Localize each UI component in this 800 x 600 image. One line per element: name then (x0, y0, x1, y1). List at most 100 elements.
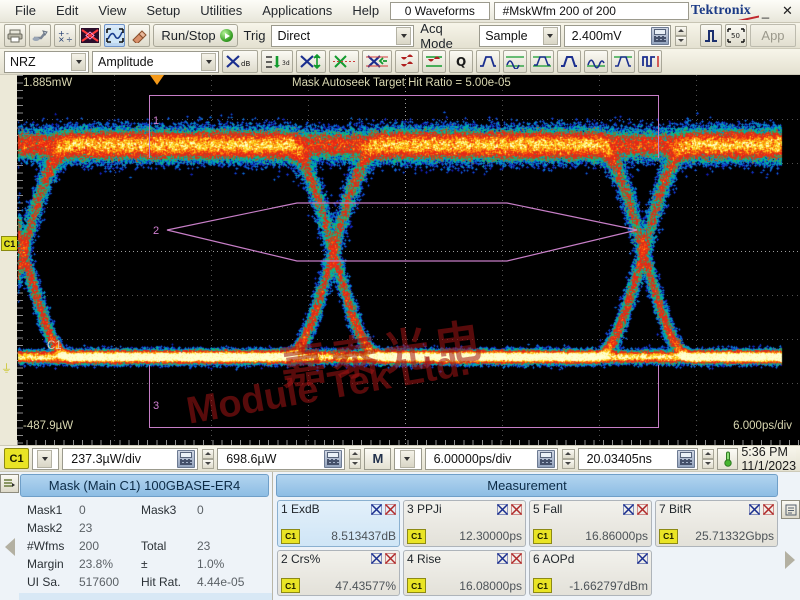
measurement-panel-title[interactable]: Measurement (276, 474, 778, 497)
thermometer-icon[interactable] (717, 448, 738, 470)
channel-position-marker[interactable]: C1 (1, 236, 18, 251)
measurement-settings-icon[interactable] (781, 500, 800, 519)
measurement-item[interactable]: 2 Crs% C1 47.43577% (277, 550, 400, 597)
bottom-panels: Mask (Main C1) 100GBASE-ER4 Mask1 0 Mask… (0, 472, 800, 600)
measurement-item[interactable]: 6 AOPd C1 -1.662797dBm (529, 550, 652, 597)
horizontal-scale-input[interactable]: 6.00000ps/div (425, 448, 558, 470)
jitter-icon[interactable] (395, 50, 419, 73)
clear-icon[interactable] (128, 24, 150, 47)
measurement-category-select[interactable]: Amplitude (92, 51, 219, 73)
trigger-source-select[interactable]: Direct (271, 25, 414, 47)
measurement-item[interactable]: 7 BitR C1 25.71332Gbps (655, 500, 778, 547)
stepper-up-icon[interactable] (562, 449, 575, 459)
stepper-up-icon[interactable] (675, 26, 687, 36)
calculator-icon[interactable] (177, 450, 195, 468)
stepper-down-icon[interactable] (702, 459, 715, 469)
svg-text:÷: ÷ (66, 35, 73, 43)
chevron-down-icon[interactable] (37, 450, 52, 468)
signal-type-select[interactable]: NRZ (4, 51, 89, 73)
extinction-ratio-icon[interactable]: dB (222, 50, 258, 73)
mask-icon[interactable] (79, 24, 101, 47)
duty-cycle-icon[interactable] (530, 50, 554, 73)
timebase-mode-select[interactable] (394, 448, 421, 470)
tektronix-swash-icon (725, 12, 759, 20)
chevron-down-icon[interactable] (543, 27, 558, 45)
pulse-width-icon[interactable] (557, 50, 581, 73)
crossing-pct-icon[interactable] (329, 50, 359, 73)
measurement-source: C1 (659, 529, 678, 544)
timebase-mode-badge[interactable]: M (364, 448, 391, 470)
menu-help[interactable]: Help (343, 1, 388, 21)
mask-row-key: Hit Rat. (141, 575, 197, 589)
overshoot-icon[interactable] (584, 50, 608, 73)
trigger-position-marker[interactable] (150, 75, 164, 85)
precision-timebase-icon[interactable]: 50 (725, 24, 747, 47)
stepper-down-icon[interactable] (675, 36, 687, 46)
stepper-down-icon[interactable] (202, 459, 215, 469)
stepper-down-icon[interactable] (562, 459, 575, 469)
app-button[interactable]: App (750, 24, 796, 47)
measurement-item[interactable]: 3 PPJi C1 12.30000ps (403, 500, 526, 547)
chevron-down-icon[interactable] (396, 27, 411, 45)
eye-height-icon[interactable] (296, 50, 326, 73)
fall-time-icon[interactable] (503, 50, 527, 73)
stepper-down-icon[interactable] (349, 459, 362, 469)
stepper-up-icon[interactable] (202, 449, 215, 459)
horizontal-scale-value: 6.00000ps/div (434, 452, 512, 466)
amplitude-input[interactable]: 2.400mV (564, 25, 672, 47)
jitter-rms-icon[interactable] (422, 50, 446, 73)
vertical-scale-input[interactable]: 237.3µW/div (62, 448, 197, 470)
horizontal-position-input[interactable]: 20.03405ns (578, 448, 698, 470)
amplitude-stepper[interactable] (675, 26, 687, 46)
measurement-item[interactable]: 1 ExdB C1 8.513437dB (277, 500, 400, 547)
vertical-offset-stepper[interactable] (349, 449, 362, 469)
eye-width-icon[interactable] (362, 50, 392, 73)
oma-icon[interactable]: 3d (261, 50, 293, 73)
channel-selector-badge[interactable]: C1 (4, 448, 29, 469)
measurement-icons (497, 553, 522, 564)
calculator-icon[interactable] (651, 27, 669, 45)
rise-time-icon[interactable] (476, 50, 500, 73)
measurement-value: 25.71332Gbps (695, 529, 774, 543)
close-button[interactable]: ✕ (777, 1, 798, 21)
measurement-item[interactable]: 5 Fall C1 16.86000ps (529, 500, 652, 547)
menu-edit[interactable]: Edit (47, 1, 87, 21)
mask-panel-title[interactable]: Mask (Main C1) 100GBASE-ER4 (20, 474, 269, 497)
mask-measure-icon (385, 504, 396, 515)
run-stop-button[interactable]: Run/Stop (153, 24, 237, 47)
horizontal-scale-stepper[interactable] (562, 449, 575, 469)
stepper-up-icon[interactable] (349, 449, 362, 459)
menu-file[interactable]: File (6, 1, 45, 21)
menu-view[interactable]: View (89, 1, 135, 21)
vertical-offset-input[interactable]: 698.6µW (217, 448, 345, 470)
acq-mode-select[interactable]: Sample (479, 25, 560, 47)
q-factor-icon[interactable]: Q (449, 50, 473, 73)
eye-diagram-screen[interactable]: 1 2 3 嘉泰光电 Module Tek Ltd. 1.885mW Mask … (17, 75, 800, 445)
chevron-down-icon[interactable] (201, 53, 216, 71)
horizontal-position-stepper[interactable] (702, 449, 715, 469)
calculator-icon[interactable] (324, 450, 342, 468)
eye-measure-icon (623, 504, 634, 515)
bit-rate-icon[interactable] (638, 50, 662, 73)
autoset-icon[interactable] (104, 24, 126, 47)
stepper-up-icon[interactable] (702, 449, 715, 459)
channel-select[interactable] (32, 448, 59, 470)
save-icon[interactable] (29, 24, 51, 47)
vertical-scale-stepper[interactable] (202, 449, 215, 469)
menu-setup[interactable]: Setup (137, 1, 189, 21)
mask-list-icon[interactable] (0, 474, 19, 493)
chevron-down-icon[interactable] (400, 450, 415, 468)
panel-next-button[interactable] (780, 519, 800, 600)
chevron-down-icon[interactable] (71, 53, 86, 71)
menu-utilities[interactable]: Utilities (191, 1, 251, 21)
math-icon[interactable]: + - × ÷ (54, 24, 76, 47)
trigger-edge-icon[interactable] (700, 24, 722, 47)
undershoot-icon[interactable] (611, 50, 635, 73)
menu-applications[interactable]: Applications (253, 1, 341, 21)
print-icon[interactable] (4, 24, 26, 47)
calculator-icon[interactable] (677, 450, 695, 468)
measurement-item[interactable]: 4 Rise C1 16.08000ps (403, 550, 526, 597)
panel-prev-button[interactable] (5, 493, 15, 600)
measurement-value: 16.08000ps (459, 579, 522, 593)
calculator-icon[interactable] (537, 450, 555, 468)
